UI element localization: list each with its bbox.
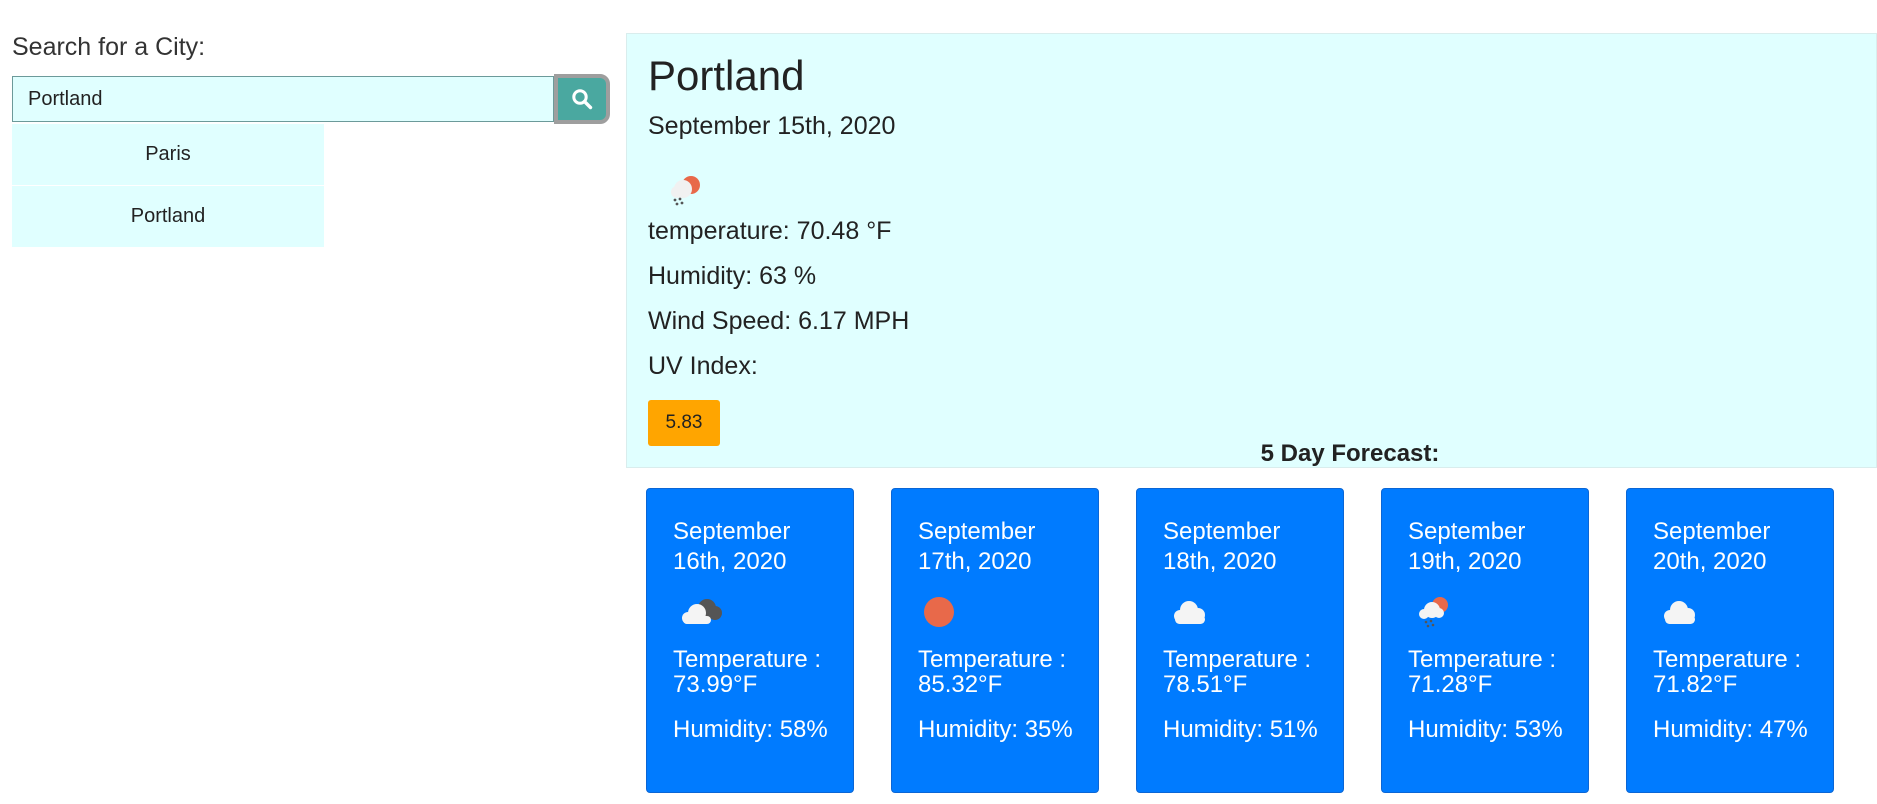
forecast-temperature: Temperature : 71.28°F [1408,646,1557,698]
forecast-date: September 16th, 2020 [673,518,791,575]
forecast-temperature: Temperature : 73.99°F [673,646,822,698]
forecast-humidity: Humidity: 47% [1653,716,1808,743]
current-humidity: Humidity: 63 % [648,262,817,290]
forecast-temperature: Temperature : 71.82°F [1653,646,1802,698]
search-button[interactable] [554,74,610,124]
forecast-card-day-5: September 20th, 2020 Temperature : 71.82… [1626,488,1834,793]
current-temperature: temperature: 70.48 °F [648,217,892,245]
forecast-heading: 5 Day Forecast: [1260,440,1440,467]
search-panel: Search for a City: Paris Portland [12,30,610,248]
forecast-card-day-1: September 16th, 2020 Temperature : 73.99… [646,488,854,793]
forecast-date: September 19th, 2020 [1408,518,1526,575]
current-date: September 15th, 2020 [648,112,896,140]
city-name: Portland [648,52,805,99]
forecast-date: September 20th, 2020 [1653,518,1771,575]
cloud-icon [1174,601,1205,624]
current-wind-speed: Wind Speed: 6.17 MPH [648,307,910,335]
forecast-date: September 18th, 2020 [1163,518,1281,575]
search-input[interactable] [12,76,554,122]
search-history-list: Paris Portland [12,124,324,248]
rain-sun-icon [1419,597,1448,628]
uv-index-badge: 5.83 [648,400,720,446]
history-item-portland[interactable]: Portland [12,186,324,248]
forecast-date: September 17th, 2020 [918,518,1036,575]
cloud-icon [1664,601,1695,624]
current-weather-card: Portland September 15th, 2020 temperatur… [626,33,1877,468]
forecast-card-day-3: September 18th, 2020 Temperature : 78.51… [1136,488,1344,793]
clear-sky-icon [924,597,954,627]
forecast-card-day-4: September 19th, 2020 Temperature : 71.28… [1381,488,1589,793]
history-item-paris[interactable]: Paris [12,124,324,186]
forecast-card-day-2: September 17th, 2020 Temperature : 85.32… [891,488,1099,793]
forecast-humidity: Humidity: 58% [673,716,828,743]
forecast-temperature: Temperature : 85.32°F [918,646,1067,698]
search-icon [572,89,593,110]
rain-sun-icon [671,176,700,206]
search-row [12,74,610,124]
forecast-humidity: Humidity: 35% [918,716,1073,743]
uv-index-label: UV Index: [648,352,758,380]
search-label: Search for a City: [12,33,206,61]
forecast-humidity: Humidity: 51% [1163,716,1318,743]
forecast-temperature: Temperature : 78.51°F [1163,646,1312,698]
broken-clouds-icon [682,599,722,624]
forecast-humidity: Humidity: 53% [1408,716,1563,743]
